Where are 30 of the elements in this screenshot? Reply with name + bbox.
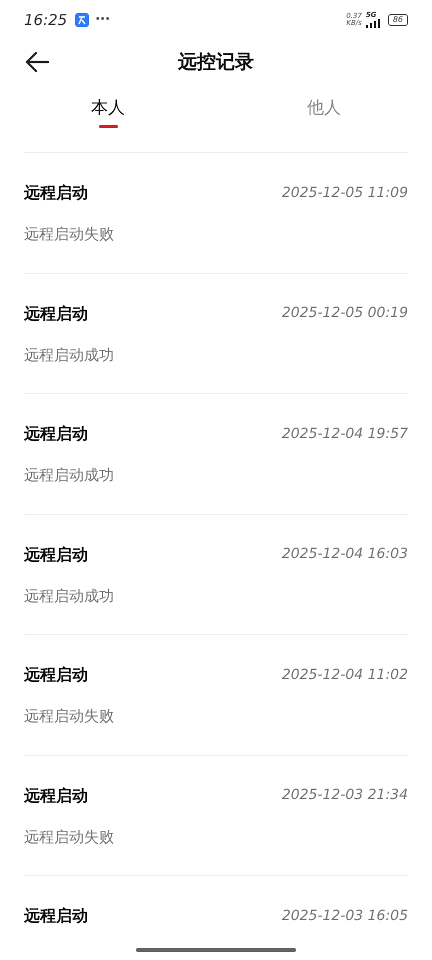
app-icon xyxy=(75,13,90,27)
record-title: 远程启动 xyxy=(24,784,88,806)
record-time: 2025-12-05 11:09 xyxy=(282,184,408,202)
record-result: 远程启动失败 xyxy=(24,826,115,848)
back-arrow-icon xyxy=(25,51,49,73)
record-result: 远程启动成功 xyxy=(24,586,115,606)
record-result: 远程启动失败 xyxy=(24,224,115,245)
record-title: 远程启动 xyxy=(24,423,88,445)
signal-icon xyxy=(366,19,380,28)
battery-indicator: 86 xyxy=(388,14,408,26)
back-button[interactable] xyxy=(24,49,50,75)
record-time: 2025-12-03 21:34 xyxy=(282,786,408,805)
more-indicator: ··· xyxy=(95,11,110,30)
record-title: 远程启动 xyxy=(24,664,88,686)
record-time: 2025-12-04 16:03 xyxy=(282,545,408,564)
record-time: 2025-12-03 16:05 xyxy=(282,906,408,926)
status-time: 16:25 xyxy=(24,10,68,31)
record-title: 远程启动 xyxy=(24,905,88,927)
record-time: 2025-12-04 11:02 xyxy=(282,666,408,684)
record-title: 远程启动 xyxy=(24,544,88,566)
record-time: 2025-12-05 00:19 xyxy=(282,304,408,323)
record-result: 远程启动成功 xyxy=(24,344,115,366)
record-title: 远程启动 xyxy=(24,182,88,204)
page-title: 远控记录 xyxy=(178,50,254,75)
record-title: 远程启动 xyxy=(24,302,88,324)
tab[interactable]: 他人 xyxy=(216,84,432,152)
record-result: 远程启动成功 xyxy=(24,465,115,486)
tab[interactable]: 本人 xyxy=(0,84,216,152)
record-result: 远程启动失败 xyxy=(24,706,115,727)
record-time: 2025-12-04 19:57 xyxy=(282,424,408,444)
